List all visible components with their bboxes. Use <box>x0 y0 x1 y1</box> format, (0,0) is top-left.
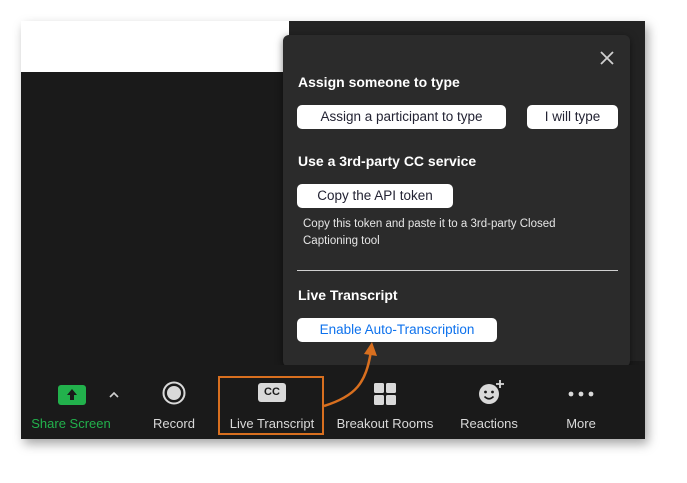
meeting-window: Assign someone to type Assign a particip… <box>21 21 645 439</box>
annotation-arrow <box>323 342 377 408</box>
